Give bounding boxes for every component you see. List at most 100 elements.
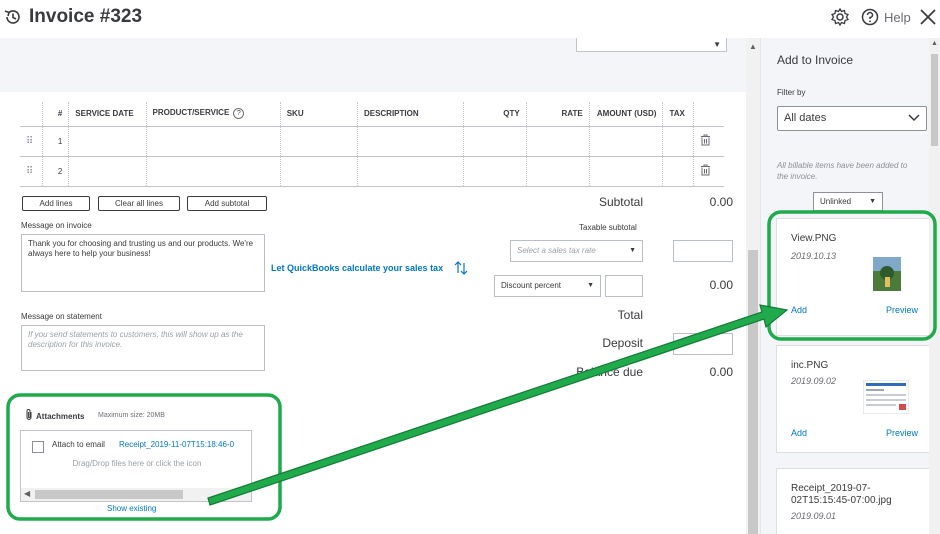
chevron-down-icon: ▼ (629, 247, 636, 254)
quickbooks-sales-tax-link[interactable]: Let QuickBooks calculate your sales tax (271, 263, 443, 273)
card-add-link[interactable]: Add (791, 428, 807, 438)
cell-qty[interactable] (463, 156, 527, 187)
question-icon[interactable]: ? (233, 108, 245, 120)
card-preview-link[interactable]: Preview (886, 428, 918, 438)
cell-sku[interactable] (280, 126, 358, 157)
cell-amount[interactable] (589, 126, 664, 157)
discount-type-select[interactable]: Discount percent ▼ (494, 275, 601, 297)
card-add-link[interactable]: Add (791, 305, 807, 315)
balance-due-label: Balance due (576, 365, 643, 379)
image-thumbnail (873, 257, 901, 291)
drag-handle-icon[interactable]: ⠿ (26, 166, 33, 177)
discount-value: 0.00 (709, 278, 733, 292)
cell-description[interactable] (357, 126, 464, 157)
unlinked-select[interactable]: Unlinked ▼ (813, 192, 883, 211)
drag-handle-icon[interactable]: ⠿ (26, 136, 33, 147)
taxable-subtotal-label: Taxable subtotal (579, 223, 637, 232)
cell-tax[interactable] (662, 156, 694, 187)
chevron-down-icon (908, 114, 920, 122)
row-number: 2 (42, 156, 70, 187)
main-scrollbar[interactable]: ▲ (746, 38, 760, 534)
header-bar: Invoice #323 Help (0, 0, 940, 38)
col-service-date: SERVICE DATE (68, 102, 147, 127)
col-delete (693, 102, 724, 127)
filter-label: Filter by (777, 88, 806, 97)
gear-icon[interactable] (830, 7, 850, 27)
clear-all-lines-button[interactable]: Clear all lines (98, 196, 180, 211)
table-row[interactable]: ⠿ 2 (20, 156, 724, 187)
cell-service-date[interactable] (68, 156, 147, 187)
trash-icon[interactable] (700, 164, 711, 176)
col-description: DESCRIPTION (357, 102, 464, 127)
attachment-file-link[interactable]: Receipt_2019-11-07T15:18:46-0 (119, 440, 253, 449)
cell-description[interactable] (357, 156, 464, 187)
cell-service-date[interactable] (68, 126, 147, 157)
close-icon[interactable] (918, 7, 938, 27)
chevron-down-icon: ▼ (713, 40, 721, 49)
cell-tax[interactable] (662, 126, 694, 157)
card-preview-link[interactable]: Preview (886, 305, 918, 315)
cell-delete (693, 156, 724, 187)
drop-hint: Drag/Drop files here or click the icon (72, 459, 202, 468)
sales-tax-placeholder: Select a sales tax rate (517, 246, 596, 255)
terms-select[interactable]: ▼ (576, 38, 727, 52)
cell-rate[interactable] (526, 126, 590, 157)
chevron-down-icon: ▼ (587, 282, 594, 289)
attach-email-checkbox[interactable] (32, 441, 44, 453)
card-date: 2019.10.13 (791, 251, 837, 261)
attachment-drop-zone[interactable]: Attach to email Receipt_2019-11-07T15:18… (20, 430, 252, 502)
trash-icon[interactable] (700, 134, 711, 146)
attachment-card: inc.PNG 2019.09.02 Add Preview (776, 345, 931, 453)
scrollbar-thumb[interactable] (748, 250, 758, 534)
add-subtotal-button[interactable]: Add subtotal (187, 196, 267, 211)
card-date: 2019.09.02 (791, 376, 837, 386)
attachments-max-size: Maximum size: 20MB (98, 412, 165, 419)
scroll-left-icon[interactable]: ◀ (24, 489, 30, 498)
message-statement-textarea[interactable]: If you send statements to customers, thi… (21, 325, 265, 371)
scroll-up-icon[interactable]: ▲ (749, 42, 757, 51)
cell-sku[interactable] (280, 156, 358, 187)
show-existing-link[interactable]: Show existing (107, 504, 156, 513)
scroll-up-icon[interactable]: ▲ (931, 40, 938, 47)
col-amount: AMOUNT (USD) (589, 102, 664, 127)
discount-input[interactable] (605, 275, 643, 297)
panel-scrollbar[interactable]: ▲ (929, 38, 940, 534)
history-icon[interactable] (3, 7, 23, 27)
help-icon[interactable] (861, 8, 879, 26)
attachment-card: Receipt_2019-07-02T15:15:45-07:00.jpg 20… (776, 468, 931, 534)
balance-due-value: 0.00 (709, 365, 733, 379)
col-product-service-label: PRODUCT/SERVICE (152, 108, 230, 118)
discount-type-value: Discount percent (501, 281, 562, 290)
invoice-window: Invoice #323 Help ▼ ▲ # SERVICE DATE PRO… (0, 0, 940, 534)
add-lines-button[interactable]: Add lines (22, 196, 90, 211)
panel-title: Add to Invoice (777, 53, 854, 67)
filter-value: All dates (784, 112, 827, 124)
drag-handle[interactable]: ⠿ (20, 126, 43, 157)
help-label[interactable]: Help (884, 10, 911, 25)
cell-rate[interactable] (526, 156, 590, 187)
drag-handle[interactable]: ⠿ (20, 156, 43, 187)
swap-arrows-icon[interactable] (453, 258, 469, 278)
message-statement-label: Message on statement (21, 312, 102, 321)
scrollbar-thumb[interactable] (35, 490, 183, 499)
card-filename: Receipt_2019-07-02T15:15:45-07:00.jpg (791, 483, 892, 506)
sales-tax-amount-input[interactable] (673, 240, 733, 262)
sales-tax-select[interactable]: Select a sales tax rate ▼ (510, 240, 643, 262)
deposit-label: Deposit (602, 336, 643, 350)
attachment-hscrollbar[interactable]: ◀ (21, 488, 251, 501)
table-row[interactable]: ⠿ 1 (20, 126, 724, 157)
message-invoice-textarea[interactable]: Thank you for choosing and trusting us a… (21, 234, 265, 292)
total-label: Total (617, 308, 643, 322)
filter-dates-select[interactable]: All dates (777, 106, 927, 131)
cell-qty[interactable] (463, 126, 527, 157)
col-product-service: PRODUCT/SERVICE? (146, 102, 281, 127)
invoice-main: ▼ ▲ # SERVICE DATE PRODUCT/SERVICE? SKU … (0, 38, 760, 534)
row-number: 1 (42, 126, 70, 157)
deposit-input[interactable] (673, 333, 733, 355)
cell-amount[interactable] (589, 156, 664, 187)
message-invoice-label: Message on invoice (21, 221, 92, 230)
card-filename: inc.PNG (791, 360, 829, 371)
cell-product-service[interactable] (146, 156, 281, 187)
scrollbar-thumb[interactable] (931, 54, 938, 146)
cell-product-service[interactable] (146, 126, 281, 157)
